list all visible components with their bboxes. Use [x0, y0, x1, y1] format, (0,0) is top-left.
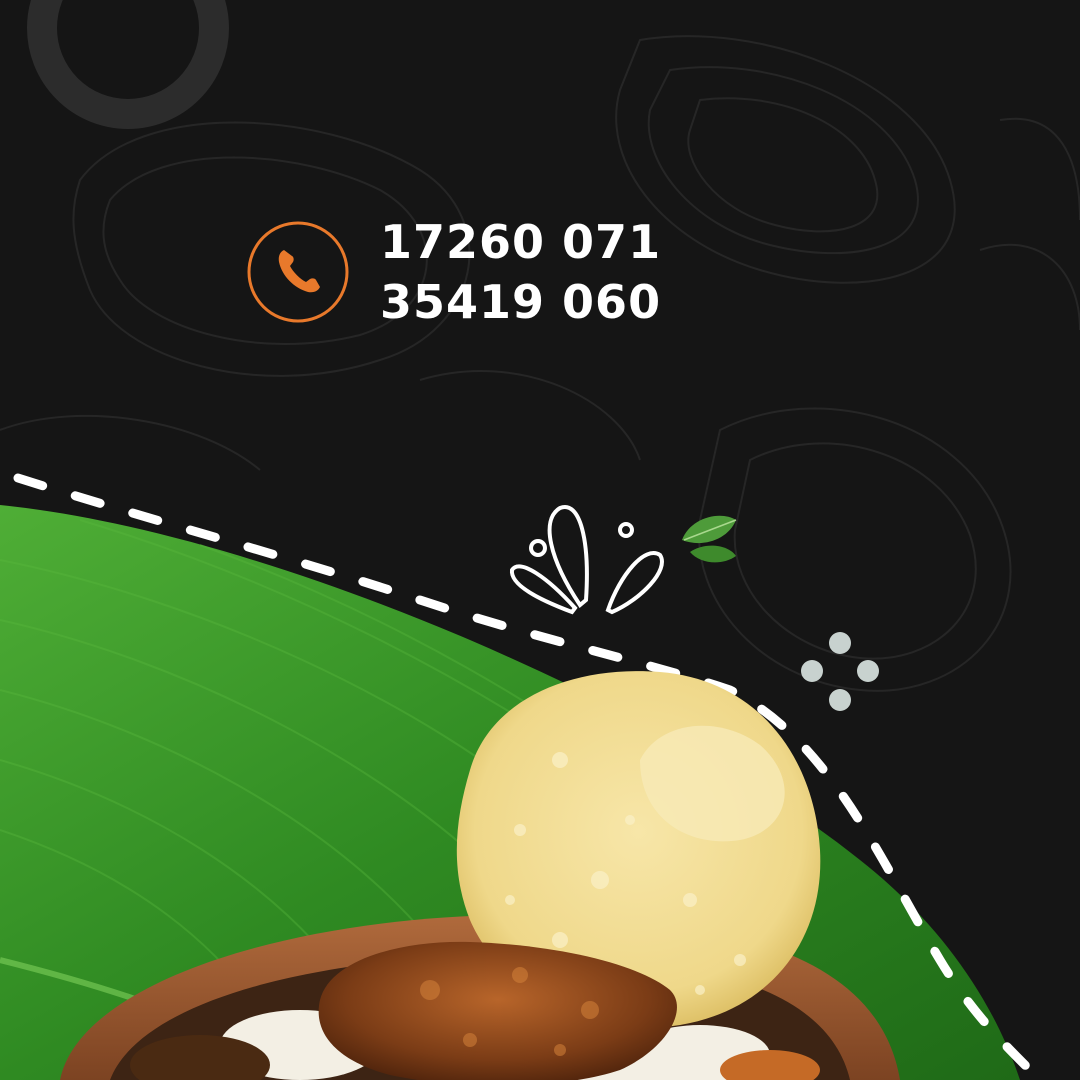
phone-number-2[interactable]: 35419 060	[380, 272, 661, 332]
food-promo-canvas: 17260 071 35419 060	[0, 0, 1080, 1080]
background-artwork	[0, 0, 1080, 1080]
dots-cluster	[801, 632, 879, 711]
ring-decoration	[27, 0, 229, 129]
phone-numbers: 17260 071 35419 060	[380, 212, 661, 332]
phone-icon[interactable]	[246, 220, 350, 324]
contact-block: 17260 071 35419 060	[246, 212, 706, 332]
splash-doodle	[509, 505, 664, 615]
basil-leaves	[682, 515, 737, 563]
phone-number-1[interactable]: 17260 071	[380, 212, 661, 272]
